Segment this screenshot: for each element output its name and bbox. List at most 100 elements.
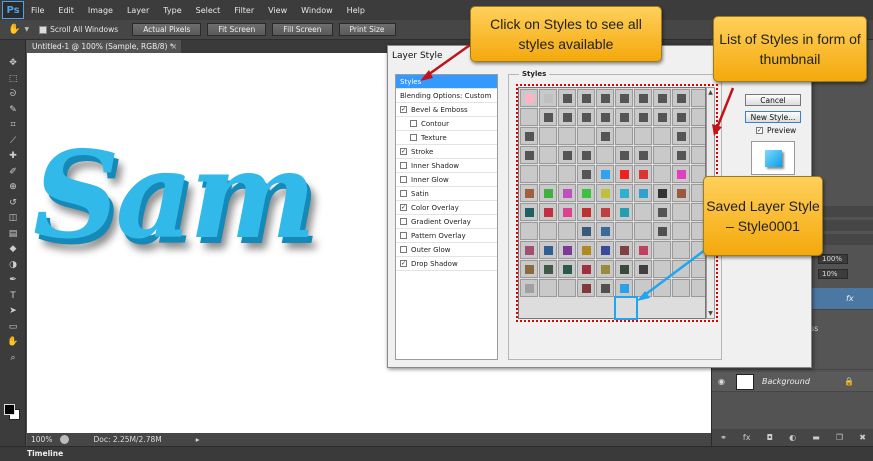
cancel-button[interactable]: Cancel	[745, 94, 801, 106]
style-thumbnail[interactable]	[615, 89, 633, 107]
style-thumbnail[interactable]	[596, 127, 614, 145]
style-thumbnail[interactable]	[520, 260, 538, 278]
hand-tool-icon[interactable]: ✋	[8, 24, 20, 35]
style-thumbnail[interactable]	[672, 89, 690, 107]
menu-edit[interactable]: Edit	[51, 6, 81, 15]
style-option-bevel-emboss[interactable]: ✓ Bevel & Emboss	[396, 103, 497, 117]
style-thumbnail[interactable]	[520, 222, 538, 240]
style-thumbnail[interactable]	[577, 89, 595, 107]
style-thumbnail[interactable]	[615, 184, 633, 202]
stamp-icon[interactable]: ⊕	[7, 182, 19, 193]
style-thumbnail[interactable]	[577, 146, 595, 164]
close-icon[interactable]: ×	[171, 40, 177, 53]
fill-field[interactable]: 10%	[818, 269, 848, 279]
style-thumbnail[interactable]	[577, 127, 595, 145]
new-style-button[interactable]: New Style...	[745, 111, 801, 123]
style-thumbnail[interactable]	[615, 146, 633, 164]
style-thumbnail[interactable]	[653, 241, 671, 259]
style-thumbnail[interactable]	[577, 222, 595, 240]
print-size-button[interactable]: Print Size	[338, 23, 396, 36]
layer-effects-icon[interactable]: fx	[846, 294, 854, 303]
style-thumbnail[interactable]	[653, 222, 671, 240]
style-thumbnail[interactable]	[691, 108, 705, 126]
style-thumbnail[interactable]	[558, 89, 576, 107]
style-thumbnail[interactable]	[653, 203, 671, 221]
quick-select-icon[interactable]: ✎	[7, 105, 19, 116]
style-thumbnail[interactable]	[520, 108, 538, 126]
menu-view[interactable]: View	[261, 6, 294, 15]
style-thumbnail[interactable]	[634, 165, 652, 183]
zoom-icon[interactable]: ⌕	[7, 353, 19, 364]
style-thumbnail[interactable]	[520, 184, 538, 202]
style-thumbnail[interactable]	[634, 279, 652, 297]
style-thumbnail[interactable]	[558, 222, 576, 240]
style-thumbnail[interactable]	[691, 127, 705, 145]
menu-filter[interactable]: Filter	[227, 6, 261, 15]
style-thumbnail[interactable]	[596, 222, 614, 240]
add-style-icon[interactable]: fx	[743, 433, 751, 442]
style-thumbnail[interactable]	[634, 222, 652, 240]
style-thumbnail[interactable]	[615, 127, 633, 145]
style-thumbnail[interactable]	[634, 241, 652, 259]
style-thumbnail[interactable]	[691, 260, 705, 278]
style-thumbnail[interactable]	[558, 260, 576, 278]
eyedropper-icon[interactable]: ⟋	[7, 136, 19, 147]
style-thumbnail[interactable]	[596, 279, 614, 297]
style-thumbnail[interactable]	[634, 127, 652, 145]
style-option-checkbox[interactable]: ✓	[400, 260, 407, 267]
timeline-tab[interactable]: Timeline	[27, 449, 63, 458]
style-thumbnail[interactable]	[672, 108, 690, 126]
style-option-gradient-overlay[interactable]: Gradient Overlay	[396, 215, 497, 229]
style-thumbnail[interactable]	[577, 165, 595, 183]
style-option-checkbox[interactable]: ✓	[400, 106, 407, 113]
style-thumbnail[interactable]	[577, 203, 595, 221]
style-thumbnail[interactable]	[615, 203, 633, 221]
style-thumbnail[interactable]	[577, 241, 595, 259]
style-thumbnail[interactable]	[539, 241, 557, 259]
style-option-color-overlay[interactable]: ✓ Color Overlay	[396, 201, 497, 215]
style-option-checkbox[interactable]	[400, 232, 407, 239]
path-select-icon[interactable]: ➤	[7, 306, 19, 317]
style-thumbnail[interactable]	[520, 146, 538, 164]
actual-pixels-button[interactable]: Actual Pixels	[132, 23, 202, 36]
style-thumbnail[interactable]	[634, 260, 652, 278]
style-option-drop-shadow[interactable]: ✓ Drop Shadow	[396, 257, 497, 271]
menu-file[interactable]: File	[24, 6, 51, 15]
healing-icon[interactable]: ✚	[7, 151, 19, 162]
move-icon[interactable]: ✥	[7, 58, 19, 69]
menu-window[interactable]: Window	[294, 6, 340, 15]
marquee-icon[interactable]: ⬚	[7, 74, 19, 85]
style-option-checkbox[interactable]	[400, 218, 407, 225]
style-thumbnail[interactable]	[558, 279, 576, 297]
style-thumbnail[interactable]	[520, 203, 538, 221]
style-thumbnail[interactable]	[634, 184, 652, 202]
style-thumbnail[interactable]	[520, 279, 538, 297]
blur-icon[interactable]: ◆	[7, 244, 19, 255]
style-option-blending-options-custom[interactable]: Blending Options: Custom	[396, 89, 497, 103]
style-thumbnail[interactable]	[691, 279, 705, 297]
style-thumbnail[interactable]	[596, 108, 614, 126]
style-thumbnail[interactable]	[653, 165, 671, 183]
style-option-satin[interactable]: Satin	[396, 187, 497, 201]
style-thumbnail[interactable]	[558, 165, 576, 183]
new-group-icon[interactable]: ▬	[812, 433, 820, 442]
style-thumbnail[interactable]	[615, 260, 633, 278]
style-thumbnail[interactable]	[539, 89, 557, 107]
style-thumbnail[interactable]	[577, 108, 595, 126]
style-option-checkbox[interactable]	[410, 120, 417, 127]
zoom-level[interactable]: 100%	[31, 435, 52, 444]
style-thumbnail[interactable]	[653, 108, 671, 126]
style-thumbnail[interactable]	[672, 146, 690, 164]
style-thumbnail[interactable]	[672, 241, 690, 259]
style-thumbnail[interactable]	[653, 260, 671, 278]
style-thumbnail[interactable]	[691, 146, 705, 164]
crop-icon[interactable]: ⌗	[7, 120, 19, 131]
style-thumbnail[interactable]	[558, 203, 576, 221]
scroll-down-icon[interactable]: ▼	[707, 309, 714, 318]
layer-row-background[interactable]: ◉ Background 🔒	[712, 372, 873, 392]
style-thumbnail[interactable]	[596, 184, 614, 202]
style-thumbnail[interactable]	[615, 279, 633, 297]
style-option-inner-shadow[interactable]: Inner Shadow	[396, 159, 497, 173]
tool-preset-dropdown-icon[interactable]: ▼	[24, 26, 29, 33]
style-thumbnail[interactable]	[520, 127, 538, 145]
